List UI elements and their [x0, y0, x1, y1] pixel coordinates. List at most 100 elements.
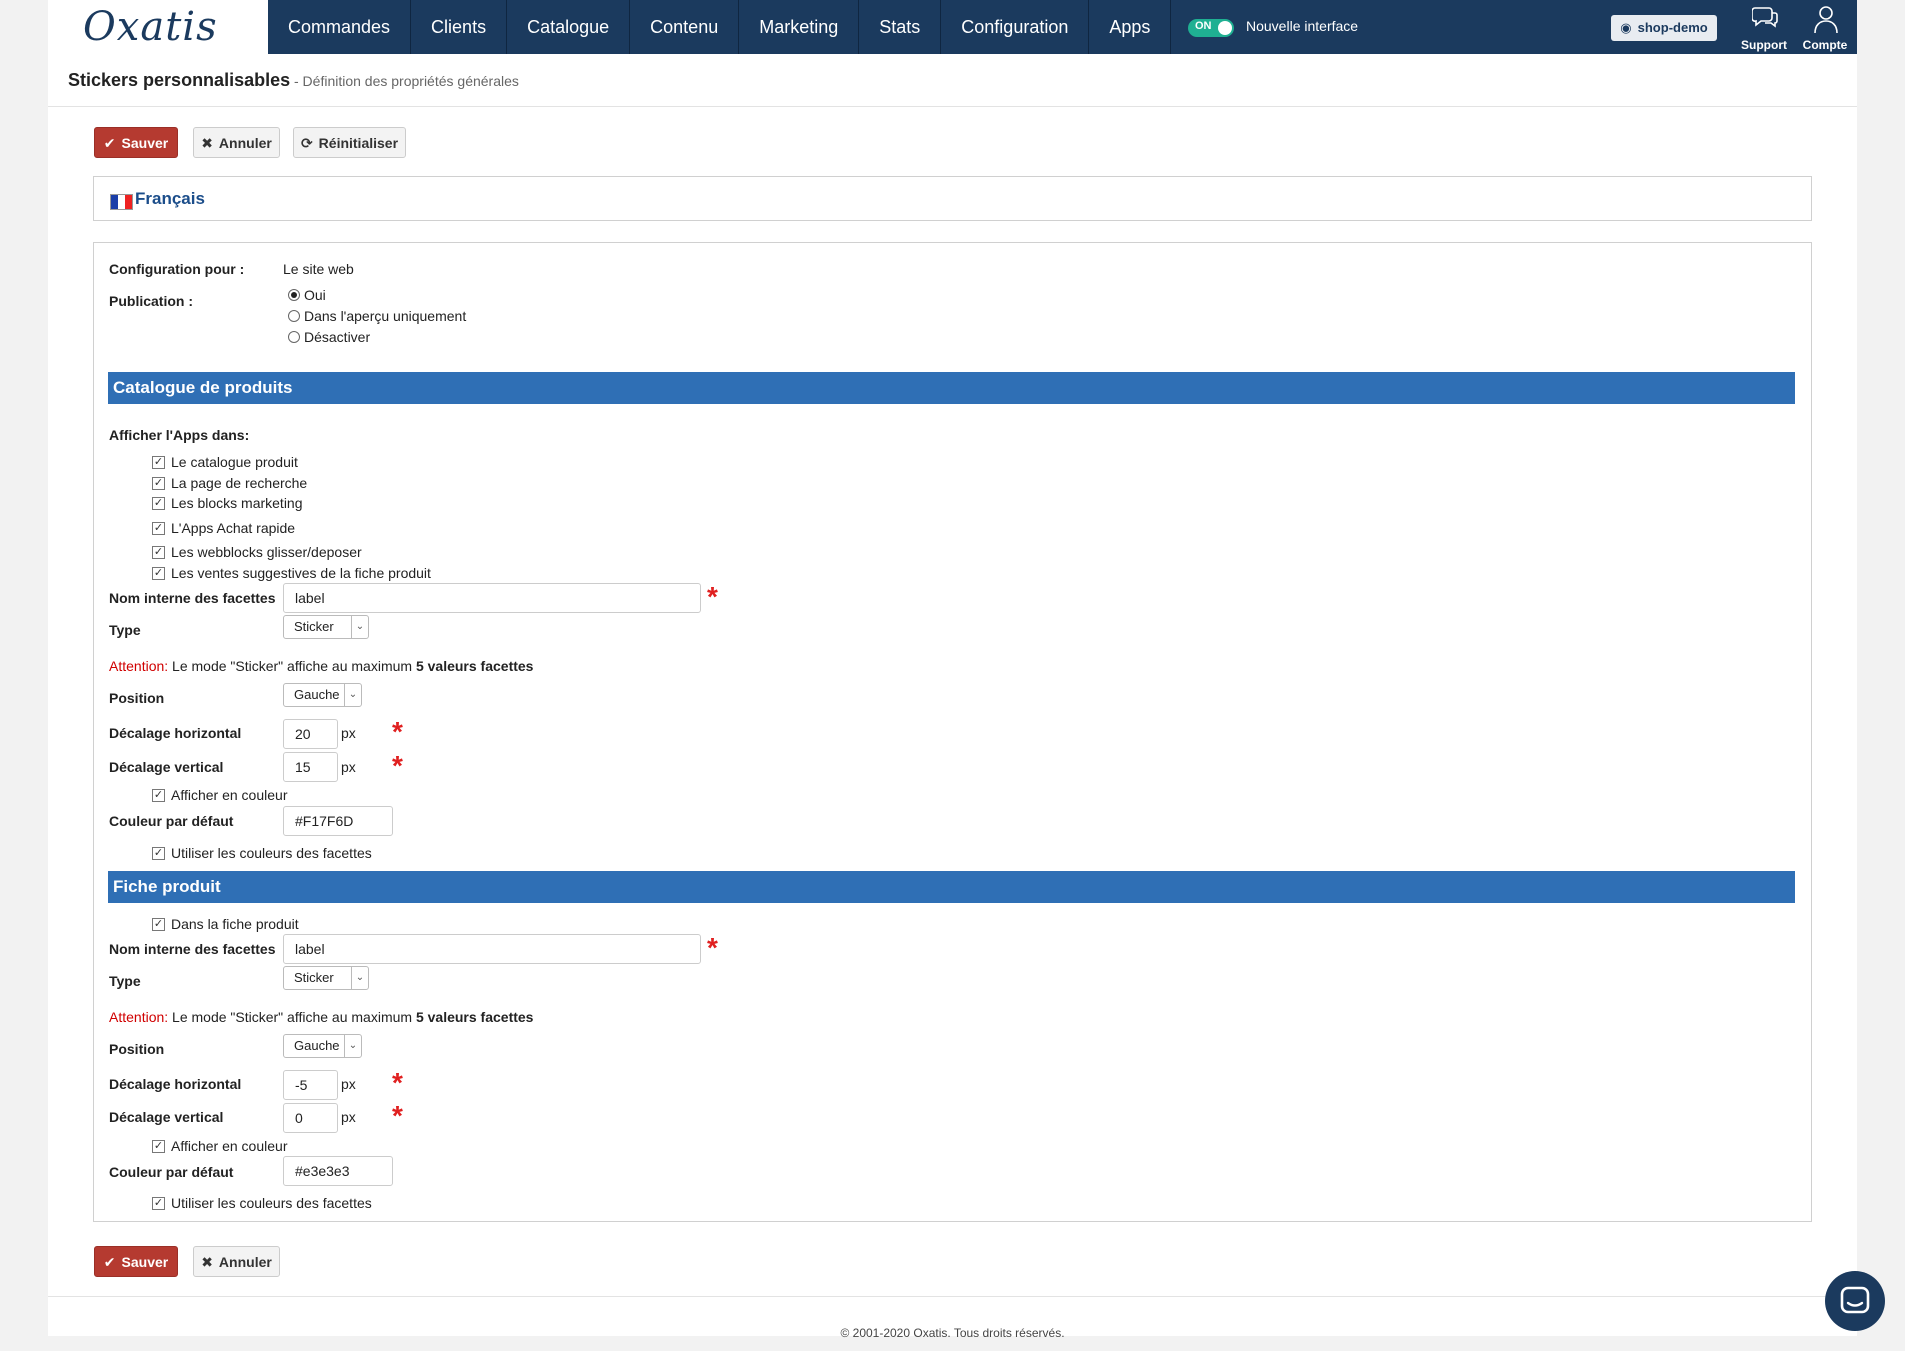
toggle-state: ON [1195, 20, 1212, 32]
warning-prefix: Attention: [109, 1009, 169, 1025]
catalogue-dv-input[interactable]: 15 [283, 752, 338, 782]
checkbox-label: Dans la fiche produit [171, 916, 299, 932]
check-blocks-marketing[interactable]: ✓ Les blocks marketing [152, 495, 303, 511]
publication-option-apercu[interactable]: Dans l'aperçu uniquement [288, 308, 466, 324]
check-icon: ✔ [103, 135, 116, 151]
fiche-warning: Attention: Le mode "Sticker" affiche au … [109, 1009, 533, 1025]
footer-divider [48, 1296, 1857, 1297]
fiche-dh-input[interactable]: -5 [283, 1070, 338, 1100]
chat-icon [1840, 1286, 1870, 1314]
language-tab[interactable]: Français [93, 176, 1812, 221]
checkbox-label: Le catalogue produit [171, 454, 298, 470]
nav-clients[interactable]: Clients [411, 0, 508, 54]
nav-configuration[interactable]: Configuration [941, 0, 1090, 54]
check-achat-rapide[interactable]: ✓ L'Apps Achat rapide [152, 520, 295, 536]
select-value: Sticker [294, 619, 334, 634]
main-nav: Commandes Clients Catalogue Contenu Mark… [268, 0, 1172, 54]
page-subtitle: - Définition des propriétés générales [294, 73, 519, 89]
catalogue-type-select[interactable]: Sticker ⌄ [283, 615, 369, 639]
fiche-color-check[interactable]: ✓ Afficher en couleur [152, 1138, 287, 1154]
checkbox-checked[interactable]: ✓ [152, 476, 165, 490]
catalogue-nom-label: Nom interne des facettes [109, 590, 276, 606]
save-button-top[interactable]: ✔ Sauver [94, 127, 178, 158]
checkbox-label: Utiliser les couleurs des facettes [171, 1195, 372, 1211]
nav-marketing[interactable]: Marketing [739, 0, 860, 54]
account-button[interactable]: Compte [1797, 0, 1853, 54]
checkbox-checked[interactable]: ✓ [152, 545, 165, 559]
radio-unselected[interactable] [288, 331, 300, 343]
new-interface-toggle[interactable]: ON [1188, 19, 1234, 37]
catalogue-color-check[interactable]: ✓ Afficher en couleur [152, 787, 287, 803]
nav-catalogue[interactable]: Catalogue [507, 0, 631, 54]
cancel-button-bottom[interactable]: ✖ Annuler [193, 1246, 280, 1277]
radio-label: Dans l'aperçu uniquement [304, 308, 467, 324]
account-label: Compte [1802, 38, 1848, 52]
fiche-position-select[interactable]: Gauche ⌄ [283, 1034, 362, 1058]
catalogue-couleur-label: Couleur par défaut [109, 813, 234, 829]
select-value: Sticker [294, 970, 334, 985]
check-catalogue-produit[interactable]: ✓ Le catalogue produit [152, 454, 298, 470]
reset-label: Réinitialiser [318, 135, 399, 151]
fiche-dans-check[interactable]: ✓ Dans la fiche produit [152, 916, 299, 932]
fiche-nom-label: Nom interne des facettes [109, 941, 276, 957]
checkbox-checked[interactable]: ✓ [152, 455, 165, 469]
radio-label: Désactiver [304, 329, 371, 345]
check-webblocks[interactable]: ✓ Les webblocks glisser/deposer [152, 544, 362, 560]
required-mark: * [707, 932, 718, 963]
radio-selected[interactable] [288, 289, 300, 301]
checkbox-checked[interactable]: ✓ [152, 521, 165, 535]
nav-stats[interactable]: Stats [859, 0, 942, 54]
support-button[interactable]: Support [1736, 0, 1792, 54]
cancel-label: Annuler [218, 135, 272, 151]
shop-preview-button[interactable]: ◉ shop-demo [1611, 15, 1717, 41]
config-value: Le site web [283, 261, 354, 277]
save-label: Sauver [121, 135, 169, 151]
publication-option-oui[interactable]: Oui [288, 287, 326, 303]
fiche-type-select[interactable]: Sticker ⌄ [283, 966, 369, 990]
user-icon [1814, 6, 1838, 34]
radio-unselected[interactable] [288, 310, 300, 322]
radio-label: Oui [304, 287, 326, 303]
checkbox-label: Les ventes suggestives de la fiche produ… [171, 565, 431, 581]
fiche-couleur-input[interactable]: #e3e3e3 [283, 1156, 393, 1186]
checkbox-checked[interactable]: ✓ [152, 788, 165, 802]
oxatis-logo: Oxatis [83, 4, 218, 50]
checkbox-checked[interactable]: ✓ [152, 566, 165, 580]
catalogue-nom-input[interactable]: label [283, 583, 701, 613]
nav-commandes[interactable]: Commandes [268, 0, 412, 54]
checkbox-checked[interactable]: ✓ [152, 917, 165, 931]
checkbox-checked[interactable]: ✓ [152, 1139, 165, 1153]
page-header: Stickers personnalisables - Définition d… [68, 70, 519, 91]
select-value: Gauche [294, 687, 340, 702]
chat-launcher-button[interactable] [1825, 1271, 1885, 1331]
nav-apps[interactable]: Apps [1089, 0, 1172, 54]
required-mark: * [392, 1067, 403, 1098]
logo-area[interactable]: Oxatis [48, 0, 268, 54]
save-label: Sauver [121, 1254, 169, 1270]
catalogue-couleur-input[interactable]: #F17F6D [283, 806, 393, 836]
save-button-bottom[interactable]: ✔ Sauver [94, 1246, 178, 1277]
checkbox-checked[interactable]: ✓ [152, 496, 165, 510]
warning-text: Le mode "Sticker" affiche au maximum [168, 1009, 416, 1025]
checkbox-checked[interactable]: ✓ [152, 846, 165, 860]
page: Oxatis Commandes Clients Catalogue Conte… [48, 0, 1857, 1340]
chevron-down-icon: ⌄ [351, 616, 368, 638]
check-ventes-suggestives[interactable]: ✓ Les ventes suggestives de la fiche prod… [152, 565, 431, 581]
page-title: Stickers personnalisables [68, 70, 291, 90]
checkbox-checked[interactable]: ✓ [152, 1196, 165, 1210]
fiche-nom-input[interactable]: label [283, 934, 701, 964]
check-page-recherche[interactable]: ✓ La page de recherche [152, 475, 307, 491]
check-icon: ✔ [103, 1254, 116, 1270]
catalogue-use-colors-check[interactable]: ✓ Utiliser les couleurs des facettes [152, 845, 372, 861]
checkbox-label: Utiliser les couleurs des facettes [171, 845, 372, 861]
fiche-use-colors-check[interactable]: ✓ Utiliser les couleurs des facettes [152, 1195, 372, 1211]
catalogue-dh-input[interactable]: 20 [283, 719, 338, 749]
fiche-dv-input[interactable]: 0 [283, 1103, 338, 1133]
catalogue-dv-label: Décalage vertical [109, 759, 224, 775]
cancel-button-top[interactable]: ✖ Annuler [193, 127, 280, 158]
warning-text: Le mode "Sticker" affiche au maximum [168, 658, 416, 674]
catalogue-position-select[interactable]: Gauche ⌄ [283, 683, 362, 707]
nav-contenu[interactable]: Contenu [630, 0, 740, 54]
reset-button[interactable]: ⟳ Réinitialiser [293, 127, 406, 158]
publication-option-desactiver[interactable]: Désactiver [288, 329, 370, 345]
